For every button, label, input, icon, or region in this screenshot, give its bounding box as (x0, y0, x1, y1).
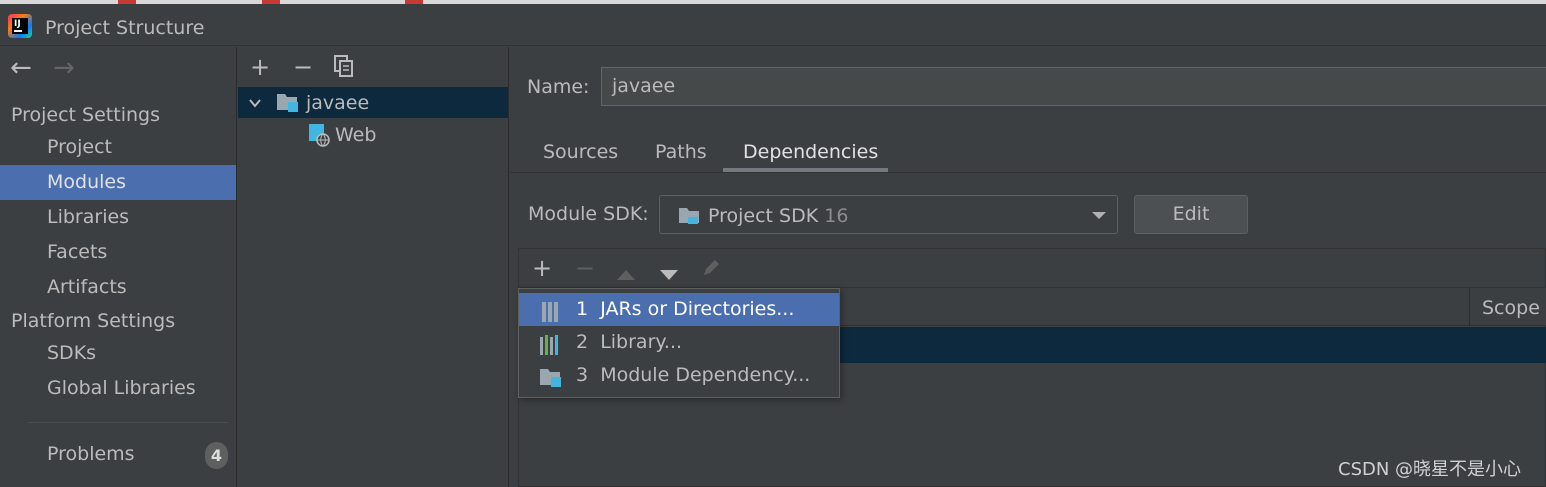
sdk-selected-value: Project SDK 16 (708, 205, 848, 227)
platform-settings-heading: Platform Settings (11, 310, 176, 332)
tab-paths[interactable]: Paths (655, 141, 707, 163)
tab-dependencies[interactable]: Dependencies (743, 141, 878, 163)
tree-item-javaee[interactable]: javaee (238, 87, 508, 118)
module-sdk-label: Module SDK: (528, 203, 649, 225)
sdk-name: Project SDK (708, 205, 819, 227)
menu-item-module-dependency[interactable]: 3 Module Dependency... (519, 359, 839, 392)
tab-sources[interactable]: Sources (543, 141, 618, 163)
jar-icon (539, 300, 561, 322)
sidebar-item-sdks[interactable]: SDKs (0, 336, 236, 371)
sidebar-item-problems[interactable]: Problems (0, 437, 236, 472)
remove-module-button[interactable]: − (293, 55, 313, 79)
intellij-logo-icon: IJ (8, 14, 32, 38)
problems-count-badge: 4 (205, 442, 228, 469)
copy-icon[interactable] (334, 55, 354, 77)
arrow-right-icon[interactable]: → (53, 55, 75, 81)
dropdown-arrow-icon[interactable] (1092, 212, 1106, 219)
edit-sdk-button[interactable]: Edit (1134, 195, 1248, 234)
remove-dependency-button[interactable]: − (575, 256, 595, 280)
menu-item-label: Module Dependency... (600, 364, 811, 386)
menu-item-library[interactable]: 2 Library... (519, 326, 839, 359)
tabs-divider (510, 172, 1546, 173)
menu-item-jars-or-directories[interactable]: 1 JARs or Directories... (519, 293, 839, 326)
chevron-down-icon[interactable] (248, 93, 262, 115)
module-sdk-dropdown[interactable]: Project SDK 16 (659, 195, 1118, 234)
menu-item-label: JARs or Directories... (600, 298, 795, 320)
move-down-icon[interactable] (659, 264, 679, 286)
module-folder-icon (276, 91, 300, 118)
add-module-button[interactable]: + (250, 55, 270, 79)
tree-item-label: Web (335, 124, 377, 146)
sidebar-item-modules[interactable]: Modules (0, 165, 236, 200)
sidebar-item-artifacts[interactable]: Artifacts (0, 270, 236, 305)
project-settings-heading: Project Settings (11, 104, 160, 126)
sdk-folder-icon (678, 205, 702, 232)
tree-item-label: javaee (306, 92, 370, 114)
module-settings-panel: Name: javaee Sources Paths Dependencies … (510, 47, 1546, 487)
sidebar-item-project[interactable]: Project (0, 130, 236, 165)
menu-item-number: 1 (576, 298, 589, 320)
pencil-icon[interactable] (701, 258, 721, 283)
title-bar: IJ Project Structure (0, 4, 1546, 46)
sidebar-item-libraries[interactable]: Libraries (0, 200, 236, 235)
module-icon (539, 366, 561, 387)
menu-item-label: Library... (600, 331, 683, 353)
settings-sidebar: ← → Project Settings Project Modules Lib… (0, 47, 237, 487)
window-title: Project Structure (45, 17, 205, 39)
tree-item-web[interactable]: Web (238, 119, 508, 150)
name-label: Name: (527, 76, 590, 98)
add-dependency-button[interactable]: + (532, 256, 552, 280)
column-divider (1469, 288, 1470, 326)
sidebar-item-global-libraries[interactable]: Global Libraries (0, 371, 236, 406)
move-up-icon[interactable] (616, 264, 636, 286)
sidebar-item-facets[interactable]: Facets (0, 235, 236, 270)
library-icon (539, 333, 561, 355)
arrow-left-icon[interactable]: ← (10, 55, 32, 81)
module-tree-panel: + − javaee Web (238, 47, 509, 487)
menu-item-number: 2 (576, 331, 589, 353)
watermark-text: CSDN @晓星不是小心 (1338, 459, 1522, 480)
module-name-field[interactable]: javaee (601, 67, 1546, 106)
scope-column-header[interactable]: Scope (1482, 297, 1540, 319)
add-dependency-popup: 1 JARs or Directories... 2 Library... 3 … (518, 288, 840, 398)
web-facet-icon (308, 123, 330, 152)
sidebar-divider (28, 422, 228, 423)
dependencies-toolbar: + − (519, 249, 1546, 288)
sdk-version: 16 (824, 205, 849, 227)
menu-item-number: 3 (576, 364, 589, 386)
